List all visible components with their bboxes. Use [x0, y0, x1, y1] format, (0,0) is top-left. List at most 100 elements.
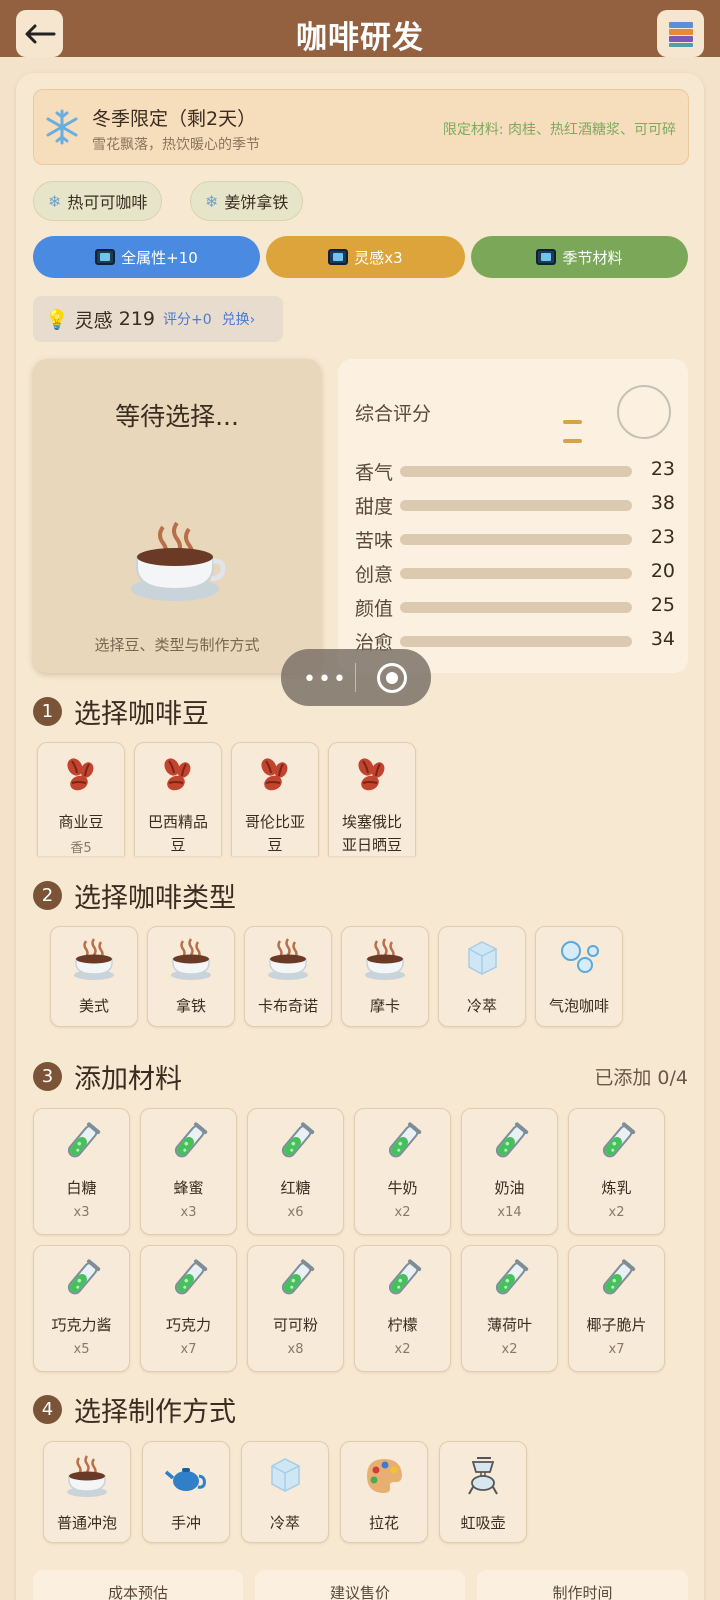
test-tube-icon: [275, 1121, 317, 1167]
material-count: x7: [180, 1342, 197, 1357]
material-card[interactable]: 柠檬 x2: [354, 1245, 451, 1372]
attribute-row: 创意 20: [355, 560, 675, 586]
bean-card[interactable]: 商业豆 香5: [37, 742, 125, 856]
method-card[interactable]: 拉花: [340, 1441, 428, 1543]
material-card[interactable]: 炼乳 x2: [568, 1108, 665, 1235]
ad-all-attributes-button[interactable]: 全属性+10: [33, 236, 260, 278]
snowflake-icon: [46, 109, 78, 145]
overall-score-circle: [617, 385, 671, 439]
type-card[interactable]: 美式: [50, 926, 138, 1027]
season-chip-gingerbread-latte[interactable]: ❄ 姜饼拿铁: [190, 181, 304, 221]
section-title: 添加材料: [74, 1063, 182, 1095]
material-card[interactable]: 奶油 x14: [461, 1108, 558, 1235]
coffee-bean-icon: [255, 755, 295, 799]
material-label: 蜂蜜: [173, 1179, 204, 1197]
test-tube-icon: [596, 1121, 638, 1167]
material-label: 白糖: [66, 1179, 97, 1197]
attribute-bar: [400, 466, 632, 477]
attribute-row: 香气 23: [355, 458, 675, 484]
attribute-value: 25: [650, 594, 675, 616]
method-card[interactable]: 手冲: [142, 1441, 230, 1543]
material-card[interactable]: 牛奶 x2: [354, 1108, 451, 1235]
test-tube-icon: [168, 1121, 210, 1167]
attribute-bar: [400, 568, 632, 579]
coffee-bean-icon: [61, 755, 101, 799]
method-label: 冷萃: [269, 1514, 300, 1532]
coffee-cup-icon: [131, 521, 225, 601]
test-tube-icon: [382, 1121, 424, 1167]
ad-label: 季节材料: [562, 248, 623, 267]
attribute-bar: [400, 602, 632, 613]
attribute-value: 23: [650, 458, 675, 480]
material-count: x5: [73, 1342, 90, 1357]
material-card[interactable]: 可可粉 x8: [247, 1245, 344, 1372]
ad-inspiration-button[interactable]: 灵感x3: [266, 236, 465, 278]
type-label: 气泡咖啡: [548, 997, 609, 1015]
material-card[interactable]: 椰子脆片 x7: [568, 1245, 665, 1372]
inspiration-score: 评分+0: [163, 312, 212, 328]
type-card[interactable]: 卡布奇诺: [244, 926, 332, 1027]
coffee-bean-icon: [158, 755, 198, 799]
test-tube-icon: [489, 1121, 531, 1167]
season-banner: 冬季限定（剩2天） 雪花飘落，热饮暖心的季节 限定材料: 肉桂、热红酒糖浆、可可…: [33, 89, 689, 165]
material-card[interactable]: 红糖 x6: [247, 1108, 344, 1235]
score-panel: 综合评分 香气 23 甜度 38 苦味 23 创意 20 颜值 25 治愈 34: [338, 359, 688, 673]
type-card[interactable]: 摩卡: [341, 926, 429, 1027]
material-card[interactable]: 巧克力 x7: [140, 1245, 237, 1372]
material-label: 奶油: [494, 1179, 525, 1197]
teapot-icon: [164, 1454, 208, 1502]
recipe-book-button[interactable]: [657, 10, 704, 57]
attribute-row: 颜值 25: [355, 594, 675, 620]
tab-make-time[interactable]: 制作时间: [477, 1570, 688, 1600]
type-card[interactable]: 气泡咖啡: [535, 926, 623, 1027]
section-beans-heading: 1 选择咖啡豆: [33, 693, 209, 730]
attribute-bar: [400, 636, 632, 647]
material-count: x2: [608, 1205, 625, 1220]
bean-card[interactable]: 哥伦比亚豆: [231, 742, 319, 856]
books-icon: [668, 21, 693, 47]
close-target-icon[interactable]: [377, 663, 407, 693]
tab-cost-estimate[interactable]: 成本预估: [33, 1570, 243, 1600]
method-label: 手冲: [170, 1514, 201, 1532]
tv-icon: [536, 249, 557, 265]
coffee-cup-icon: [266, 937, 310, 985]
attribute-value: 34: [650, 628, 675, 650]
palette-icon: [362, 1454, 406, 1502]
chip-label: 姜饼拿铁: [224, 193, 289, 212]
ad-season-material-button[interactable]: 季节材料: [471, 236, 688, 278]
bean-stat: 香5: [70, 841, 92, 856]
miniprogram-capsule: •••: [281, 649, 431, 706]
material-card[interactable]: 白糖 x3: [33, 1108, 130, 1235]
bean-card[interactable]: 巴西精品豆: [134, 742, 222, 856]
material-label: 柠檬: [387, 1316, 418, 1334]
material-label: 巧克力酱: [51, 1316, 112, 1334]
exchange-link[interactable]: 兑换›: [222, 309, 256, 329]
bean-card[interactable]: 埃塞俄比亚日晒豆: [328, 742, 416, 856]
type-card[interactable]: 拿铁: [147, 926, 235, 1027]
method-card[interactable]: 虹吸壶: [439, 1441, 527, 1543]
type-label: 冷萃: [466, 997, 497, 1015]
method-card[interactable]: 冷萃: [241, 1441, 329, 1543]
coffee-cup-icon: [363, 937, 407, 985]
type-label: 卡布奇诺: [257, 997, 318, 1015]
snowflake-icon: ❄: [48, 191, 62, 211]
section-title: 选择制作方式: [74, 1396, 236, 1428]
bean-label: 埃塞俄比亚日晒豆: [341, 813, 402, 854]
more-options-icon[interactable]: •••: [303, 667, 348, 692]
season-chip-hot-cocoa[interactable]: ❄ 热可可咖啡: [33, 181, 163, 221]
coffee-cup-icon: [65, 1454, 109, 1502]
material-count: x3: [180, 1205, 197, 1220]
method-card[interactable]: 普通冲泡: [43, 1441, 131, 1543]
test-tube-icon: [275, 1258, 317, 1304]
section-types-heading: 2 选择咖啡类型: [33, 877, 236, 914]
material-label: 牛奶: [387, 1179, 418, 1197]
test-tube-icon: [382, 1258, 424, 1304]
type-card[interactable]: 冷萃: [438, 926, 526, 1027]
material-label: 可可粉: [272, 1316, 318, 1334]
material-label: 椰子脆片: [586, 1316, 647, 1334]
material-card[interactable]: 薄荷叶 x2: [461, 1245, 558, 1372]
tab-suggested-price[interactable]: 建议售价: [255, 1570, 465, 1600]
test-tube-icon: [61, 1258, 103, 1304]
material-card[interactable]: 巧克力酱 x5: [33, 1245, 130, 1372]
material-card[interactable]: 蜂蜜 x3: [140, 1108, 237, 1235]
